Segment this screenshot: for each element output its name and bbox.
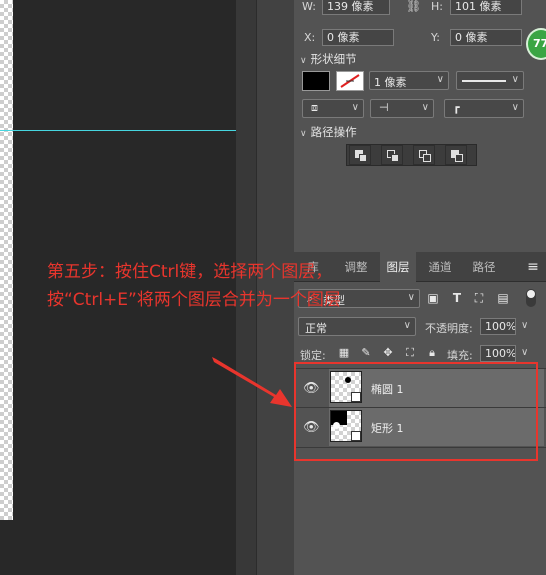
lock-move-icon[interactable]: ✥ xyxy=(382,346,394,359)
width-label: W: xyxy=(302,0,316,13)
tab-paths[interactable]: 路径 xyxy=(464,252,504,282)
opacity-chevron-icon[interactable]: ∨ xyxy=(521,320,528,331)
panel-menu-icon[interactable]: ≡ xyxy=(526,259,540,275)
x-field[interactable]: 0 像素 xyxy=(322,29,394,46)
stroke-caps-dropdown[interactable]: ⊣ ∨ xyxy=(370,99,434,118)
y-label: Y: xyxy=(431,31,440,44)
height-field[interactable]: 101 像素 xyxy=(450,0,522,15)
lock-brush-icon[interactable]: ✎ xyxy=(360,346,372,359)
fill-chevron-icon[interactable]: ∨ xyxy=(521,347,528,358)
tab-channels[interactable]: 通道 xyxy=(420,252,460,282)
align-icon: ⧈ xyxy=(311,101,318,114)
width-field[interactable]: 139 像素 xyxy=(322,0,390,15)
fill-field[interactable]: 100% xyxy=(480,345,516,362)
pixel-filter-icon[interactable]: ▣ xyxy=(426,291,440,305)
intersect-shapes-icon[interactable] xyxy=(413,145,435,165)
collapse-icon: ∨ xyxy=(300,56,307,66)
stroke-type-dropdown[interactable]: ∨ xyxy=(456,71,524,90)
subtract-shape-icon[interactable] xyxy=(381,145,403,165)
caps-icon: ⊣ xyxy=(379,101,389,114)
exclude-overlap-icon[interactable] xyxy=(445,145,467,165)
smart-object-filter-icon[interactable]: ▤ xyxy=(496,291,510,305)
lock-transparent-icon[interactable]: ▦ xyxy=(338,346,350,359)
guide-line xyxy=(0,130,236,131)
chevron-down-icon: ∨ xyxy=(511,102,519,113)
lock-artboard-icon[interactable]: ⛶ xyxy=(404,346,416,360)
stroke-swatch[interactable] xyxy=(336,71,364,91)
blend-mode-value: 正常 xyxy=(305,322,327,335)
path-ops-group xyxy=(346,144,477,166)
chevron-down-icon: ∨ xyxy=(421,102,429,113)
chevron-down-icon: ∨ xyxy=(403,320,411,331)
blend-mode-dropdown[interactable]: 正常 ∨ xyxy=(298,317,416,336)
fill-swatch[interactable] xyxy=(302,71,330,91)
highlight-box xyxy=(294,362,538,461)
lock-label: 锁定: xyxy=(300,349,326,362)
y-field[interactable]: 0 像素 xyxy=(450,29,522,46)
stroke-corners-dropdown[interactable]: ┏ ∨ xyxy=(444,99,524,118)
chevron-down-icon: ∨ xyxy=(436,74,444,85)
lock-all-icon[interactable]: 🔒︎ xyxy=(426,346,438,360)
shape-filter-icon[interactable]: ⛶ xyxy=(472,291,486,306)
x-label: X: xyxy=(304,31,316,44)
annotation-line-2: 按“Ctrl+E”将两个图层合并为一个图层 xyxy=(47,290,341,310)
stroke-align-dropdown[interactable]: ⧈ ∨ xyxy=(302,99,364,118)
link-icon[interactable]: ⛓ xyxy=(406,0,421,13)
type-filter-icon[interactable]: T xyxy=(450,291,464,305)
chevron-down-icon: ∨ xyxy=(351,102,359,113)
tab-layers[interactable]: 图层 xyxy=(380,252,416,282)
annotation-arrow-icon xyxy=(212,357,292,407)
solid-line-icon xyxy=(462,80,506,82)
stroke-width-dropdown[interactable]: 1 像素 ∨ xyxy=(369,71,449,90)
height-label: H: xyxy=(431,0,443,13)
transparent-canvas-edge xyxy=(0,0,13,520)
tutorial-annotation: 第五步：按住Ctrl键，选择两个图层， 按“Ctrl+E”将两个图层合并为一个图… xyxy=(47,258,341,314)
shape-details-label: 形状细节 xyxy=(310,52,357,66)
path-ops-label: 路径操作 xyxy=(310,125,357,139)
opacity-field[interactable]: 100% xyxy=(480,318,516,335)
path-ops-header[interactable]: ∨ 路径操作 xyxy=(300,124,357,140)
chevron-down-icon: ∨ xyxy=(511,74,519,85)
corners-icon: ┏ xyxy=(453,101,460,114)
filter-toggle[interactable] xyxy=(526,289,536,307)
properties-panel: W: 139 像素 ⛓ H: 101 像素 X: 0 像素 Y: 0 像素 ∨ 形… xyxy=(294,0,546,252)
no-stroke-icon xyxy=(340,74,360,88)
stroke-width-value: 1 像素 xyxy=(374,76,407,89)
toggle-knob xyxy=(527,290,535,298)
chevron-down-icon: ∨ xyxy=(407,292,415,303)
collapse-icon: ∨ xyxy=(300,129,307,139)
fill-label: 填充: xyxy=(447,349,473,362)
shape-details-header[interactable]: ∨ 形状细节 xyxy=(300,51,357,67)
tab-adjustments[interactable]: 调整 xyxy=(336,252,376,282)
annotation-line-1: 第五步：按住Ctrl键，选择两个图层， xyxy=(47,262,333,282)
opacity-label: 不透明度: xyxy=(425,322,473,335)
combine-shapes-icon[interactable] xyxy=(349,145,371,165)
